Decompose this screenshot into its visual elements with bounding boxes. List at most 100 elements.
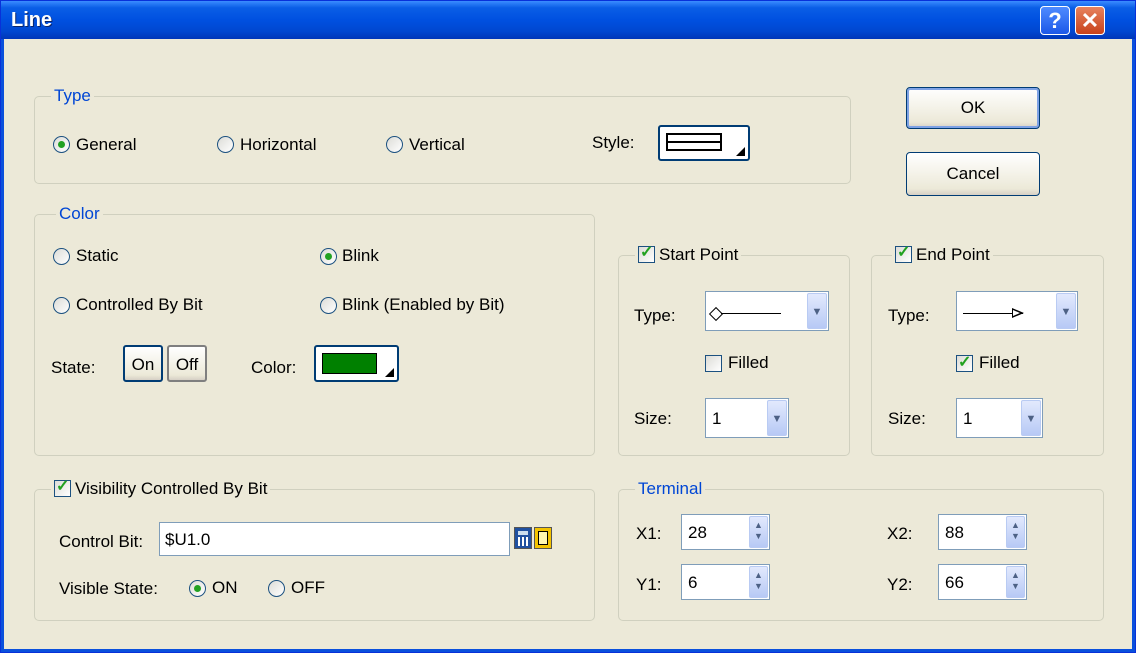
- x1-value: 28: [688, 523, 707, 542]
- chevron-down-icon[interactable]: ▼: [1056, 293, 1076, 329]
- style-label: Style:: [592, 133, 635, 152]
- y2-input[interactable]: 66 ▲ ▼: [938, 564, 1027, 600]
- radio-selected-dot: [58, 141, 65, 148]
- line-style-swatch: [666, 133, 722, 151]
- state-on-label: On: [131, 355, 155, 374]
- end-size-combo[interactable]: 1 ▼: [956, 398, 1043, 438]
- end-filled-checkbox[interactable]: ✓: [956, 354, 973, 372]
- x1-label: X1:: [636, 524, 662, 543]
- close-button[interactable]: ✕: [1075, 6, 1105, 35]
- chevron-down-icon[interactable]: ▼: [1021, 400, 1041, 436]
- style-picker[interactable]: [658, 125, 750, 161]
- tag-address-icon[interactable]: [534, 527, 552, 549]
- color-blink-radio[interactable]: [320, 248, 337, 265]
- spin-up-icon[interactable]: ▲: [750, 520, 767, 531]
- color-blink-enabled-label: Blink (Enabled by Bit): [342, 295, 505, 314]
- y1-label: Y1:: [636, 575, 662, 594]
- start-point-legend: ✓ Start Point: [635, 244, 742, 265]
- dropdown-triangle-icon: [736, 147, 745, 156]
- y2-value: 66: [945, 573, 964, 592]
- start-type-combo[interactable]: ▼: [705, 291, 829, 331]
- visible-on-radio[interactable]: [189, 580, 206, 597]
- x2-label: X2:: [887, 524, 913, 543]
- color-static-radio[interactable]: [53, 248, 70, 265]
- spin-down-icon[interactable]: ▼: [1007, 531, 1024, 542]
- spin-down-icon[interactable]: ▼: [750, 531, 767, 542]
- line-dialog: Line ? ✕ OK Cancel Type General Horizont…: [0, 0, 1136, 653]
- cancel-label: Cancel: [946, 164, 1000, 183]
- control-bit-label: Control Bit:: [59, 532, 144, 551]
- diamond-arrowhead-icon: [708, 306, 724, 322]
- end-point-label: End Point: [916, 245, 990, 264]
- type-vertical-label: Vertical: [409, 135, 465, 154]
- visible-on-label: ON: [212, 578, 238, 597]
- start-size-combo[interactable]: 1 ▼: [705, 398, 789, 438]
- x2-input[interactable]: 88 ▲ ▼: [938, 514, 1027, 550]
- frame-left: [1, 39, 4, 652]
- type-general-radio[interactable]: [53, 136, 70, 153]
- start-filled-checkbox[interactable]: [705, 355, 722, 372]
- x2-spinner[interactable]: ▲ ▼: [1006, 516, 1025, 548]
- window-title: Line: [11, 9, 53, 31]
- start-point-label: Start Point: [659, 245, 739, 264]
- ok-button[interactable]: OK: [906, 87, 1040, 129]
- calculator-icon[interactable]: [514, 527, 532, 549]
- state-off-label: Off: [175, 355, 199, 374]
- start-size-label: Size:: [634, 409, 672, 428]
- chevron-down-icon[interactable]: ▼: [807, 293, 827, 329]
- y1-input[interactable]: 6 ▲ ▼: [681, 564, 770, 600]
- ok-label: OK: [960, 98, 986, 117]
- cancel-button[interactable]: Cancel: [906, 152, 1040, 196]
- start-point-checkbox[interactable]: ✓: [638, 244, 655, 263]
- state-label: State:: [51, 358, 96, 377]
- end-type-label: Type:: [888, 306, 930, 325]
- spin-down-icon[interactable]: ▼: [750, 581, 767, 592]
- y1-value: 6: [688, 573, 698, 592]
- end-filled-label: Filled: [979, 353, 1020, 372]
- color-controlled-by-bit-label: Controlled By Bit: [76, 295, 203, 314]
- end-type-combo[interactable]: ▼: [956, 291, 1078, 331]
- type-general-label: General: [76, 135, 137, 154]
- check-icon: ✓: [897, 244, 911, 261]
- x1-input[interactable]: 28 ▲ ▼: [681, 514, 770, 550]
- start-type-label: Type:: [634, 306, 676, 325]
- title-bar[interactable]: Line ? ✕: [1, 1, 1135, 39]
- y2-spinner[interactable]: ▲ ▼: [1006, 566, 1025, 598]
- x1-spinner[interactable]: ▲ ▼: [749, 516, 768, 548]
- end-point-checkbox[interactable]: ✓: [895, 244, 912, 263]
- type-vertical-radio[interactable]: [386, 136, 403, 153]
- help-icon: ?: [1048, 8, 1062, 33]
- visibility-legend: ✓ Visibility Controlled By Bit: [51, 478, 271, 499]
- color-blink-label: Blink: [342, 246, 379, 265]
- color-controlled-by-bit-radio[interactable]: [53, 297, 70, 314]
- color-blink-enabled-radio[interactable]: [320, 297, 337, 314]
- control-bit-input[interactable]: $U1.0: [159, 522, 510, 556]
- spin-up-icon[interactable]: ▲: [1007, 520, 1024, 531]
- terminal-group: Terminal: [618, 479, 1104, 621]
- color-swatch: [322, 353, 377, 374]
- color-picker[interactable]: [314, 345, 399, 382]
- line-icon: [721, 313, 781, 314]
- state-off-button[interactable]: Off: [167, 345, 207, 382]
- spin-down-icon[interactable]: ▼: [1007, 581, 1024, 592]
- end-point-legend: ✓ End Point: [892, 244, 993, 265]
- help-button[interactable]: ?: [1040, 6, 1070, 35]
- y2-label: Y2:: [887, 575, 913, 594]
- visible-off-radio[interactable]: [268, 580, 285, 597]
- check-icon: ✓: [640, 244, 654, 261]
- type-horizontal-label: Horizontal: [240, 135, 317, 154]
- spin-up-icon[interactable]: ▲: [750, 570, 767, 581]
- end-size-label: Size:: [888, 409, 926, 428]
- visibility-checkbox[interactable]: ✓: [54, 478, 71, 497]
- end-size-value: 1: [963, 409, 973, 428]
- visibility-label: Visibility Controlled By Bit: [75, 479, 268, 498]
- chevron-down-icon[interactable]: ▼: [767, 400, 787, 436]
- x2-value: 88: [945, 523, 964, 542]
- color-group-legend: Color: [56, 204, 103, 224]
- spin-up-icon[interactable]: ▲: [1007, 570, 1024, 581]
- visible-state-label: Visible State:: [59, 579, 158, 598]
- y1-spinner[interactable]: ▲ ▼: [749, 566, 768, 598]
- state-on-button[interactable]: On: [123, 345, 163, 382]
- type-horizontal-radio[interactable]: [217, 136, 234, 153]
- control-bit-value: $U1.0: [165, 530, 211, 549]
